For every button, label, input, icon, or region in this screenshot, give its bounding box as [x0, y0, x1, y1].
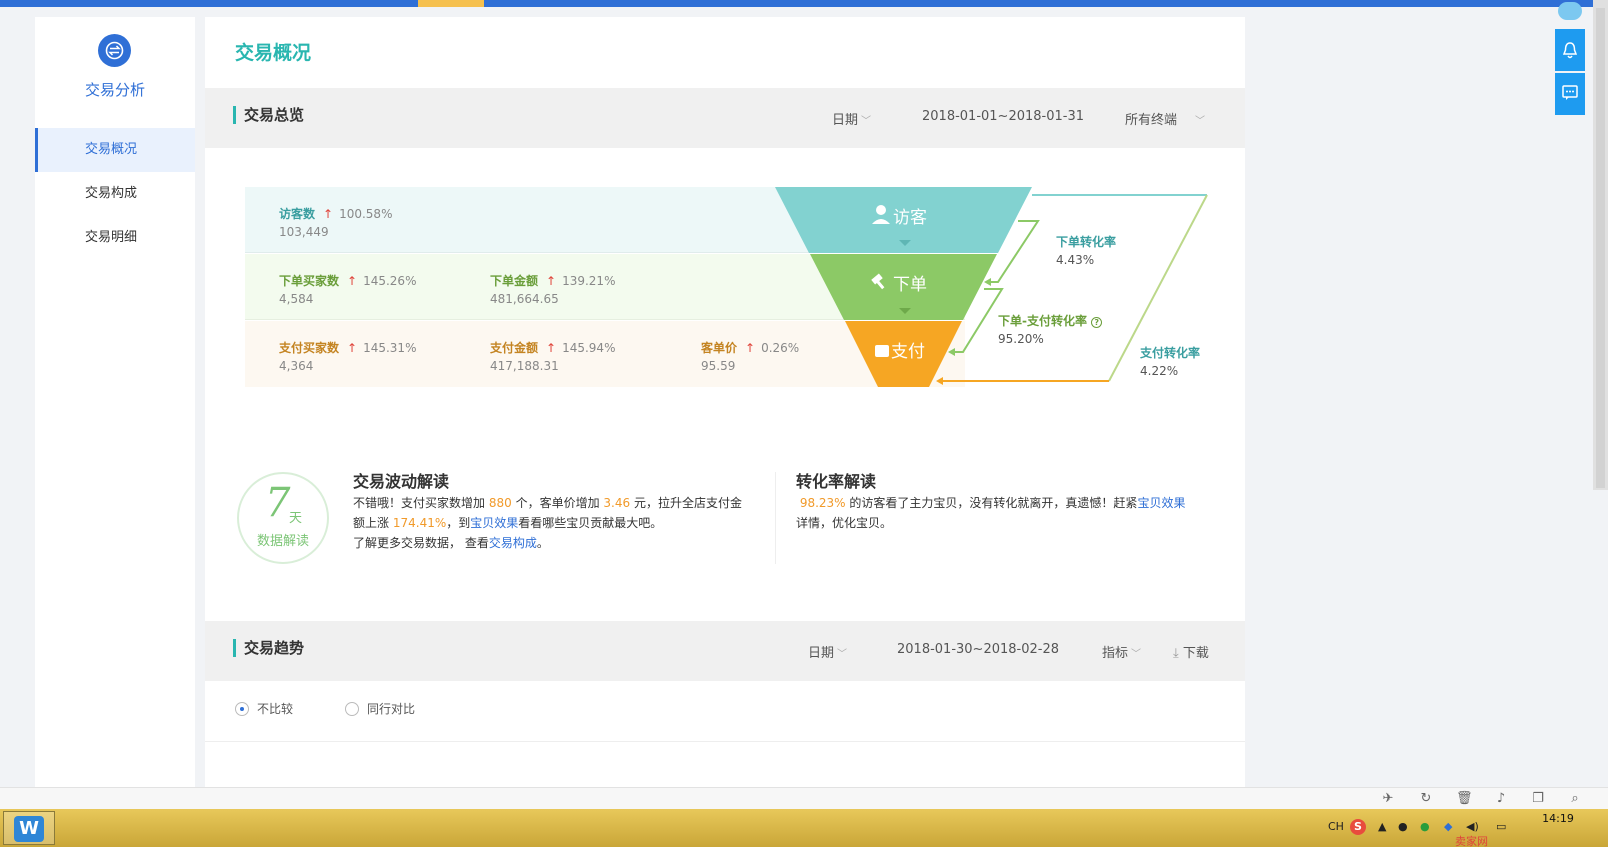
funnel-graphic: 访客 下单 支付	[775, 187, 1208, 387]
trend-section-title: 交易趋势	[233, 639, 304, 657]
sidebar: 交易分析 交易概况 交易构成 交易明细	[35, 17, 195, 787]
notification-button[interactable]	[1555, 29, 1585, 71]
wave-interpretation-title: 交易波动解读	[353, 472, 450, 491]
trend-metric-filter[interactable]: 指标 ﹀	[1102, 642, 1141, 661]
taskbar-app-wps[interactable]: W	[3, 811, 55, 845]
trend-divider	[205, 741, 1245, 742]
scrollbar-thumb[interactable]	[1596, 8, 1605, 488]
pay-conversion-rate: 支付转化率 4.22%	[1140, 346, 1201, 378]
funnel-label-order: 下单	[893, 275, 927, 295]
order-pay-conversion-rate: 下单-支付转化率 ? 95.20%	[998, 312, 1103, 346]
sidebar-item-detail[interactable]: 交易明细	[35, 216, 195, 260]
help-icon[interactable]: ?	[1091, 317, 1103, 328]
wallet-icon	[875, 345, 889, 357]
chat-icon	[1562, 85, 1578, 100]
conversion-interpretation-title: 转化率解读	[796, 472, 877, 491]
sidebar-title: 交易分析	[84, 81, 145, 99]
overview-date-filter[interactable]: 日期 ﹀	[832, 109, 871, 128]
taskbar-clock[interactable]: 14:19	[1528, 812, 1588, 825]
sidebar-item-composition[interactable]: 交易构成	[35, 172, 195, 216]
shield-icon[interactable]: ◆	[1444, 820, 1452, 833]
browser-status-bar: ✈ ↻ 🗑 ♪ ❐ ⌕	[0, 787, 1608, 809]
wechat-icon[interactable]: ●	[1420, 820, 1430, 833]
link-trade-composition[interactable]: 交易构成	[489, 536, 537, 550]
refresh-icon[interactable]: ↻	[1418, 791, 1434, 807]
interpretation-divider	[775, 472, 776, 564]
network-icon[interactable]: ▭	[1496, 820, 1506, 833]
bell-icon	[1562, 42, 1578, 59]
chevron-down-icon: ﹀	[861, 116, 872, 127]
link-item-effect[interactable]: 宝贝效果	[470, 516, 518, 530]
overview-panel: 访客数 ↑ 100.58% 103,449 下单买家数 ↑ 145.26% 4,584 …	[205, 148, 1245, 621]
sogou-input-icon[interactable]: S	[1350, 819, 1366, 835]
radio-no-compare[interactable]: 不比较	[235, 700, 293, 717]
radio-peer-compare[interactable]: 同行对比	[345, 700, 415, 717]
funnel-label-pay: 支付	[891, 342, 925, 362]
seven-day-badge: 7 天 数据解读	[237, 472, 329, 564]
order-conversion-rate: 下单转化率 4.43%	[1056, 235, 1117, 267]
overview-section-bar: 交易总览 日期 ﹀ 2018-01-01~2018-01-31 所有终端 ﹀	[205, 88, 1245, 148]
radio-empty-icon	[345, 702, 359, 716]
page-header: 交易概况	[205, 17, 1245, 88]
terminal-filter[interactable]: 所有终端 ﹀	[1125, 109, 1205, 128]
language-indicator[interactable]: CH	[1328, 820, 1344, 833]
top-accent-bar	[0, 0, 1608, 7]
download-button[interactable]: ⤓ 下载	[1173, 642, 1209, 661]
chat-button[interactable]	[1555, 73, 1585, 115]
tray-expand-icon[interactable]: ▲	[1378, 820, 1386, 833]
trend-panel: 不比较 同行对比	[205, 681, 1245, 787]
download-icon: ⤓	[1173, 646, 1179, 661]
rocket-icon[interactable]: ✈	[1380, 791, 1396, 807]
chevron-down-icon: ﹀	[1195, 116, 1206, 127]
trend-section-bar: 交易趋势 日期 ﹀ 2018-01-30~2018-02-28 指标 ﹀ ⤓ 下载	[205, 621, 1245, 681]
link-item-effect-2[interactable]: 宝贝效果	[1137, 496, 1185, 510]
search-icon[interactable]: ⌕	[1567, 791, 1583, 807]
qq-icon[interactable]: ●	[1398, 820, 1408, 833]
speaker-icon[interactable]: ♪	[1493, 791, 1509, 807]
order-pay-rate-connector-head	[948, 348, 955, 356]
page-title: 交易概况	[235, 42, 312, 64]
pay-rate-connector-head	[936, 377, 943, 385]
sidebar-item-overview[interactable]: 交易概况	[35, 128, 195, 172]
overview-section-title: 交易总览	[233, 106, 304, 124]
chevron-down-icon: ﹀	[837, 649, 848, 660]
top-active-tab-indicator	[418, 0, 484, 7]
order-rate-connector-head	[984, 278, 991, 286]
conversion-interpretation-text: 98.23% 的访客看了主力宝贝，没有转化就离开，真遗憾！赶紧宝贝效果 详情，优…	[796, 496, 1186, 530]
trend-date-filter[interactable]: 日期 ﹀	[808, 642, 847, 661]
overview-date-range[interactable]: 2018-01-01~2018-01-31	[922, 109, 1084, 124]
trash-icon[interactable]: 🗑	[1456, 791, 1473, 807]
trade-analysis-logo-icon	[98, 34, 131, 67]
wave-interpretation-text: 不错哦！支付买家数增加 880 个，客单价增加 3.46 元，拉升全店支付金额上…	[353, 496, 742, 550]
chevron-down-icon: ﹀	[1131, 649, 1142, 660]
trend-date-range[interactable]: 2018-01-30~2018-02-28	[897, 642, 1059, 657]
funnel-label-visitor: 访客	[893, 208, 927, 228]
wps-app-icon: W	[14, 816, 44, 842]
volume-icon[interactable]: ◀)	[1466, 820, 1479, 833]
taskbar: W CH S ▲ ● ● ◆ ◀) ▭ 14:19 卖家网	[0, 809, 1608, 847]
radio-selected-icon	[235, 702, 249, 716]
window-icon[interactable]: ❐	[1530, 791, 1546, 807]
watermark: 卖家网	[1455, 835, 1488, 847]
vertical-scrollbar[interactable]	[1593, 0, 1608, 490]
cloud-mascot-icon[interactable]	[1558, 2, 1582, 20]
